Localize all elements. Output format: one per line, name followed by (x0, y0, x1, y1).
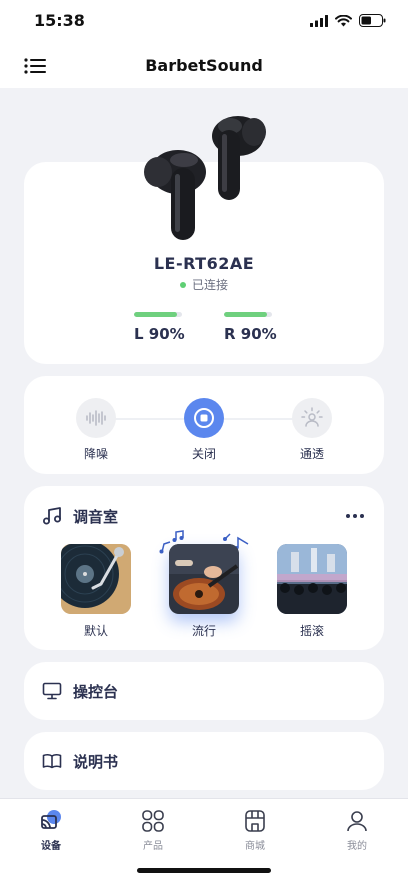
book-icon (42, 754, 62, 769)
tab-profile-label: 我的 (347, 841, 367, 852)
left-battery-bar (134, 312, 182, 317)
mode-off-label: 关闭 (191, 447, 216, 461)
app-title: BarbetSound (145, 56, 263, 75)
eq-preset-pop[interactable] (169, 544, 239, 614)
tab-store[interactable]: 商城 (225, 809, 285, 852)
status-icons (310, 14, 386, 27)
tab-device-label: 设备 (41, 841, 61, 852)
tab-products-label: 产品 (143, 841, 163, 852)
more-dots-icon (346, 514, 364, 518)
connection-status: 已连接 (0, 276, 408, 293)
grid-icon (141, 809, 165, 833)
more-options-button[interactable] (342, 510, 368, 522)
home-indicator (137, 868, 271, 873)
left-battery-fill (134, 312, 178, 317)
cellular-signal-icon (310, 14, 328, 27)
manual-item[interactable]: 说明书 (24, 732, 384, 790)
music-note-icon (43, 507, 61, 525)
eq-preset-default-label: 默认 (83, 624, 108, 638)
eq-preset-rock[interactable] (277, 544, 347, 614)
eq-preset-rock-label: 摇滚 (299, 624, 324, 638)
guitar-player-image (169, 544, 239, 614)
console-item[interactable]: 操控台 (24, 662, 384, 720)
mode-off-button[interactable] (184, 398, 224, 438)
device-icon (39, 809, 63, 833)
mode-transparency-button[interactable] (292, 398, 332, 438)
stop-icon (194, 408, 214, 428)
monitor-icon (42, 682, 62, 700)
right-battery-fill (224, 312, 268, 317)
manual-item-label: 说明书 (73, 753, 119, 771)
eq-preset-pop-label: 流行 (191, 624, 216, 638)
connected-dot-icon (179, 281, 186, 288)
store-icon (243, 809, 267, 833)
tab-profile[interactable]: 我的 (327, 809, 387, 852)
mode-noise-cancel-button[interactable] (76, 398, 116, 438)
tab-products[interactable]: 产品 (123, 809, 183, 852)
eq-title: 调音室 (73, 508, 119, 526)
right-battery-label: R 90% (224, 325, 277, 343)
app-bar: BarbetSound (0, 44, 408, 88)
device-model-name: LE-RT62AE (153, 254, 255, 273)
status-time: 15:38 (34, 11, 85, 30)
tab-device[interactable]: 设备 (21, 809, 81, 852)
wifi-icon (335, 14, 352, 26)
left-battery-label: L 90% (134, 325, 185, 343)
noise-cancel-icon (86, 410, 106, 426)
user-icon (345, 809, 369, 833)
eq-preset-default[interactable] (61, 544, 131, 614)
connection-status-text: 已连接 (191, 278, 228, 292)
concert-crowd-image (277, 544, 347, 614)
turntable-image (61, 544, 131, 614)
mode-noise-cancel-label: 降噪 (83, 447, 108, 461)
mode-transparency-label: 通透 (299, 447, 324, 461)
tab-store-label: 商城 (245, 841, 265, 852)
right-battery-bar (224, 312, 272, 317)
transparency-icon (301, 407, 323, 427)
status-bar: 15:38 (0, 0, 408, 44)
console-item-label: 操控台 (73, 683, 119, 701)
earbuds-image (144, 116, 266, 240)
battery-icon (359, 14, 386, 27)
